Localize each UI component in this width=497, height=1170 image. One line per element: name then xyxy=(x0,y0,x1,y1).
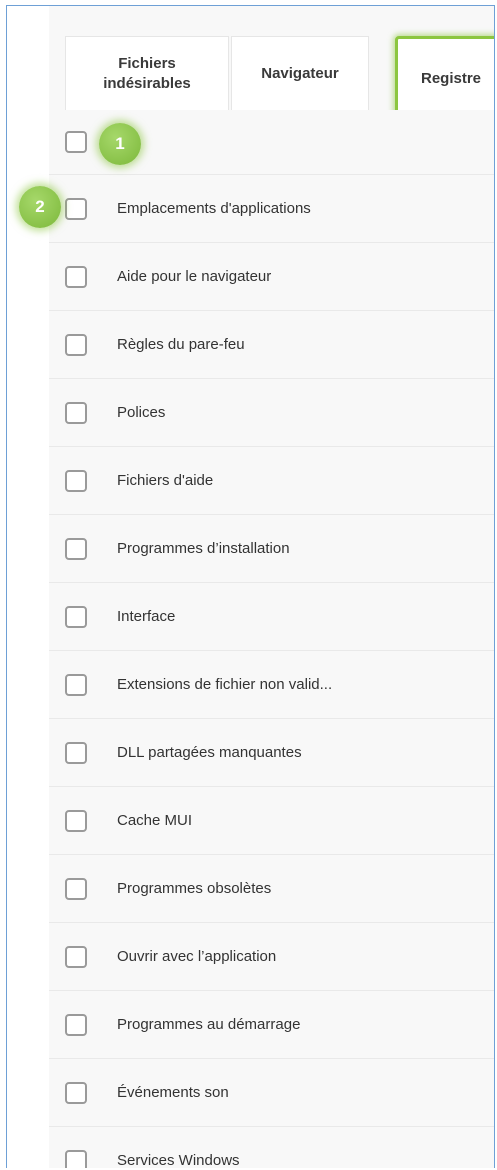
item-label: Extensions de fichier non valid... xyxy=(117,676,333,693)
tab-bar: Fichiers indésirables Navigateur Registr… xyxy=(65,36,494,134)
item-label: Événements son xyxy=(117,1084,229,1101)
item-checkbox[interactable] xyxy=(65,945,87,968)
app-window: Fichiers indésirables Navigateur Registr… xyxy=(6,5,495,1168)
list-item[interactable]: Cache MUI xyxy=(49,787,494,855)
tab-browser-label: Navigateur xyxy=(261,65,339,82)
item-label: Emplacements d'applications xyxy=(117,200,311,217)
item-label: Polices xyxy=(117,404,166,421)
item-checkbox[interactable] xyxy=(65,333,87,356)
item-label: Fichiers d'aide xyxy=(117,472,214,489)
list-item[interactable]: Emplacements d'applications xyxy=(49,175,494,243)
step-badge-2: 2 xyxy=(19,186,61,228)
list-item[interactable]: Événements son xyxy=(49,1059,494,1127)
item-label: Cache MUI xyxy=(117,812,193,829)
item-checkbox[interactable] xyxy=(65,1149,87,1168)
tab-browser[interactable]: Navigateur xyxy=(231,36,369,111)
list-item[interactable]: Programmes obsolètes xyxy=(49,855,494,923)
step-badge-1: 1 xyxy=(99,123,141,165)
tab-junk-files[interactable]: Fichiers indésirables xyxy=(65,36,229,111)
item-checkbox[interactable] xyxy=(65,1081,87,1104)
list-item[interactable]: Fichiers d'aide xyxy=(49,447,494,515)
item-checkbox[interactable] xyxy=(65,469,87,492)
item-checkbox[interactable] xyxy=(65,537,87,560)
item-label: Programmes au démarrage xyxy=(117,1016,301,1033)
item-label: Programmes obsolètes xyxy=(117,880,272,897)
registry-items-list: Emplacements d'applications Aide pour le … xyxy=(49,110,494,1168)
item-checkbox[interactable] xyxy=(65,809,87,832)
item-label: Règles du pare-feu xyxy=(117,336,245,353)
list-item[interactable]: Polices xyxy=(49,379,494,447)
item-checkbox[interactable] xyxy=(65,265,87,288)
item-checkbox[interactable] xyxy=(65,605,87,628)
item-label: Programmes d’installation xyxy=(117,540,290,557)
list-item[interactable]: Aide pour le navigateur xyxy=(49,243,494,311)
item-label: Services Windows xyxy=(117,1152,240,1168)
item-checkbox[interactable] xyxy=(65,401,87,424)
step-badge-1-label: 1 xyxy=(115,134,125,153)
list-item[interactable]: Règles du pare-feu xyxy=(49,311,494,379)
list-item[interactable]: Services Windows xyxy=(49,1127,494,1168)
item-checkbox[interactable] xyxy=(65,673,87,696)
item-checkbox[interactable] xyxy=(65,197,87,220)
list-item[interactable]: DLL partagées manquantes xyxy=(49,719,494,787)
tab-junk-files-label: Fichiers indésirables xyxy=(103,55,191,92)
item-label: DLL partagées manquantes xyxy=(117,744,302,761)
item-label: Aide pour le navigateur xyxy=(117,268,272,285)
item-label: Interface xyxy=(117,608,176,625)
item-checkbox[interactable] xyxy=(65,877,87,900)
select-all-checkbox[interactable] xyxy=(65,131,87,153)
tab-registry-label: Registre xyxy=(420,70,482,87)
item-checkbox[interactable] xyxy=(65,1013,87,1036)
list-item[interactable]: Programmes d’installation xyxy=(49,515,494,583)
item-checkbox[interactable] xyxy=(65,741,87,764)
list-item[interactable]: Interface xyxy=(49,583,494,651)
list-item[interactable]: Ouvrir avec l’application xyxy=(49,923,494,991)
item-label: Ouvrir avec l’application xyxy=(117,948,277,965)
list-item[interactable]: Programmes au démarrage xyxy=(49,991,494,1059)
list-item[interactable]: Extensions de fichier non valid... xyxy=(49,651,494,719)
cleaner-panel: Fichiers indésirables Navigateur Registr… xyxy=(49,6,494,1168)
step-badge-2-label: 2 xyxy=(35,197,45,216)
